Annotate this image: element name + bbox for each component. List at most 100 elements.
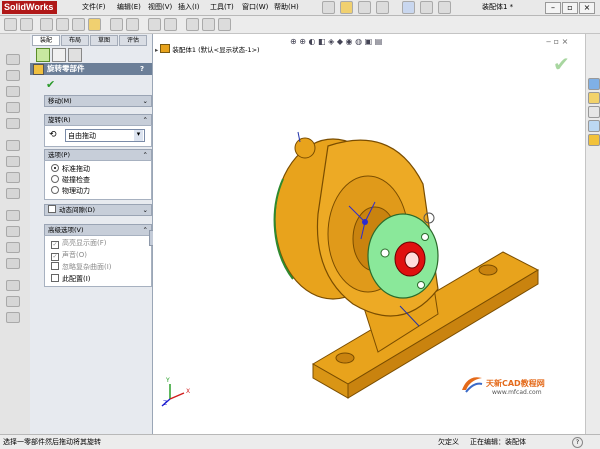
panel-title-bar: 旋转零部件 ?	[30, 63, 152, 75]
flange-hole	[421, 233, 429, 241]
option-ignore-complex-surfaces[interactable]: 忽略复杂曲面(I)	[51, 262, 112, 272]
mate-icon[interactable]	[110, 18, 123, 31]
rotate-mode-select[interactable]: 自由拖动 ▾	[65, 129, 145, 142]
rebuild-icon[interactable]	[438, 1, 451, 14]
tool-icon[interactable]	[6, 140, 20, 151]
section-dynamic-clearance-header[interactable]: 动态间隙(D) ⌄	[44, 204, 152, 216]
checkbox-checked[interactable]: ✓	[51, 253, 59, 261]
section-view-icon[interactable]	[186, 18, 199, 31]
dynamic-clearance-checkbox[interactable]	[48, 205, 56, 213]
flange-hole	[417, 281, 425, 289]
chevron-up-icon: ⌃	[142, 226, 148, 234]
redo-toolbar-icon[interactable]	[20, 18, 33, 31]
close-button[interactable]: ×	[579, 2, 595, 14]
tool-icon[interactable]	[6, 280, 20, 291]
tool-icon[interactable]	[6, 210, 20, 221]
radio[interactable]	[51, 175, 59, 183]
tool-icon[interactable]	[6, 258, 20, 269]
option-sound[interactable]: ✓ 声音(O)	[51, 250, 87, 261]
tab-sketch[interactable]: 草图	[90, 35, 118, 46]
menu-insert[interactable]: 插入(I)	[178, 2, 200, 13]
measure-icon[interactable]	[148, 18, 161, 31]
tool-icon[interactable]	[6, 54, 20, 65]
rotate-component-icon[interactable]	[88, 18, 101, 31]
view-palette-icon[interactable]	[588, 120, 600, 132]
menu-view[interactable]: 视图(V)	[148, 2, 172, 13]
menu-file[interactable]: 文件(F)	[82, 2, 106, 13]
configuration-manager-icon[interactable]	[68, 48, 82, 62]
option-label: 标准拖动	[62, 165, 90, 173]
app-logo: SolidWorks	[2, 1, 58, 14]
line-icon[interactable]	[72, 18, 85, 31]
print-icon[interactable]	[376, 1, 389, 14]
open-folder-icon[interactable]	[340, 1, 353, 14]
select-icon[interactable]	[420, 1, 433, 14]
menu-window[interactable]: 窗口(W)	[242, 2, 268, 13]
feature-manager-icon[interactable]	[36, 48, 50, 62]
undo-toolbar-icon[interactable]	[4, 18, 17, 31]
design-library-icon[interactable]	[588, 92, 600, 104]
tool-icon[interactable]	[6, 86, 20, 97]
option-this-configuration[interactable]: 此配置(I)	[51, 274, 91, 284]
watermark-logo	[460, 374, 484, 394]
model-3d[interactable]	[153, 34, 585, 434]
resources-icon[interactable]	[588, 78, 600, 90]
option-label: 忽略复杂曲面(I)	[62, 263, 112, 271]
new-document-icon[interactable]	[322, 1, 335, 14]
zoom-icon[interactable]	[164, 18, 177, 31]
tool-icon[interactable]	[6, 296, 20, 307]
panel-title: 旋转零部件	[47, 64, 85, 73]
radio[interactable]	[51, 186, 59, 194]
checkbox-checked[interactable]: ✓	[51, 241, 59, 249]
property-manager-icon[interactable]	[52, 48, 66, 62]
status-editing: 正在编辑：装配体	[470, 438, 526, 446]
display-style-icon[interactable]	[202, 18, 215, 31]
status-help-icon[interactable]: ?	[572, 437, 583, 448]
rotate-component-icon	[33, 64, 44, 75]
undo-icon[interactable]	[402, 1, 415, 14]
tab-layout[interactable]: 布局	[61, 35, 89, 46]
help-icon[interactable]: ?	[140, 63, 144, 75]
tool-icon[interactable]	[6, 242, 20, 253]
appearances-icon[interactable]	[588, 134, 600, 146]
section-move-header[interactable]: 移动(M) ⌄	[44, 95, 152, 107]
tool-icon[interactable]	[6, 102, 20, 113]
tab-assembly[interactable]: 装配	[32, 35, 60, 46]
save-icon[interactable]	[358, 1, 371, 14]
tool-icon[interactable]	[6, 188, 20, 199]
menu-help[interactable]: 帮助(H)	[274, 2, 299, 13]
menu-edit[interactable]: 编辑(E)	[117, 2, 141, 13]
section-rotate-body: ⟲ 自由拖动 ▾	[44, 125, 152, 147]
tool-icon[interactable]	[6, 226, 20, 237]
section-advanced-body: ✓ 高亮显示面(F) ✓ 声音(O) 忽略复杂曲面(I) 此配置(I)	[44, 235, 152, 287]
option-highlight-faces[interactable]: ✓ 高亮显示面(F)	[51, 238, 107, 249]
ok-button[interactable]: ✔	[46, 78, 55, 91]
rotate-arrows-icon: ⟲	[49, 130, 57, 140]
tool-icon[interactable]	[6, 156, 20, 167]
option-collision-detection[interactable]: 碰撞检查	[51, 175, 90, 185]
watermark-title: 天新CAD教程网	[486, 379, 545, 388]
radio-selected[interactable]	[51, 164, 59, 172]
tool-icon[interactable]	[6, 312, 20, 323]
option-label: 碰撞检查	[62, 176, 90, 184]
option-physical-dynamics[interactable]: 物理动力	[51, 186, 90, 196]
option-standard-drag[interactable]: 标准拖动	[51, 164, 90, 174]
tool-icon[interactable]	[6, 70, 20, 81]
sketch-icon[interactable]	[40, 18, 53, 31]
checkbox[interactable]	[51, 262, 59, 270]
tool-icon[interactable]	[6, 172, 20, 183]
checkbox[interactable]	[51, 274, 59, 282]
tool-icon[interactable]	[6, 118, 20, 129]
section-options-label: 选项(P)	[48, 151, 70, 159]
knob[interactable]	[294, 137, 316, 159]
restore-button[interactable]: ▫	[562, 2, 578, 14]
insert-component-icon[interactable]	[126, 18, 139, 31]
dropdown-arrow-icon[interactable]: ▾	[134, 130, 143, 141]
file-explorer-icon[interactable]	[588, 106, 600, 118]
minimize-button[interactable]: –	[545, 2, 561, 14]
hide-show-icon[interactable]	[218, 18, 231, 31]
menu-tools[interactable]: 工具(T)	[210, 2, 234, 13]
triad-z-label: Z	[163, 400, 168, 407]
smart-dimension-icon[interactable]	[56, 18, 69, 31]
tab-evaluate[interactable]: 评估	[119, 35, 147, 46]
